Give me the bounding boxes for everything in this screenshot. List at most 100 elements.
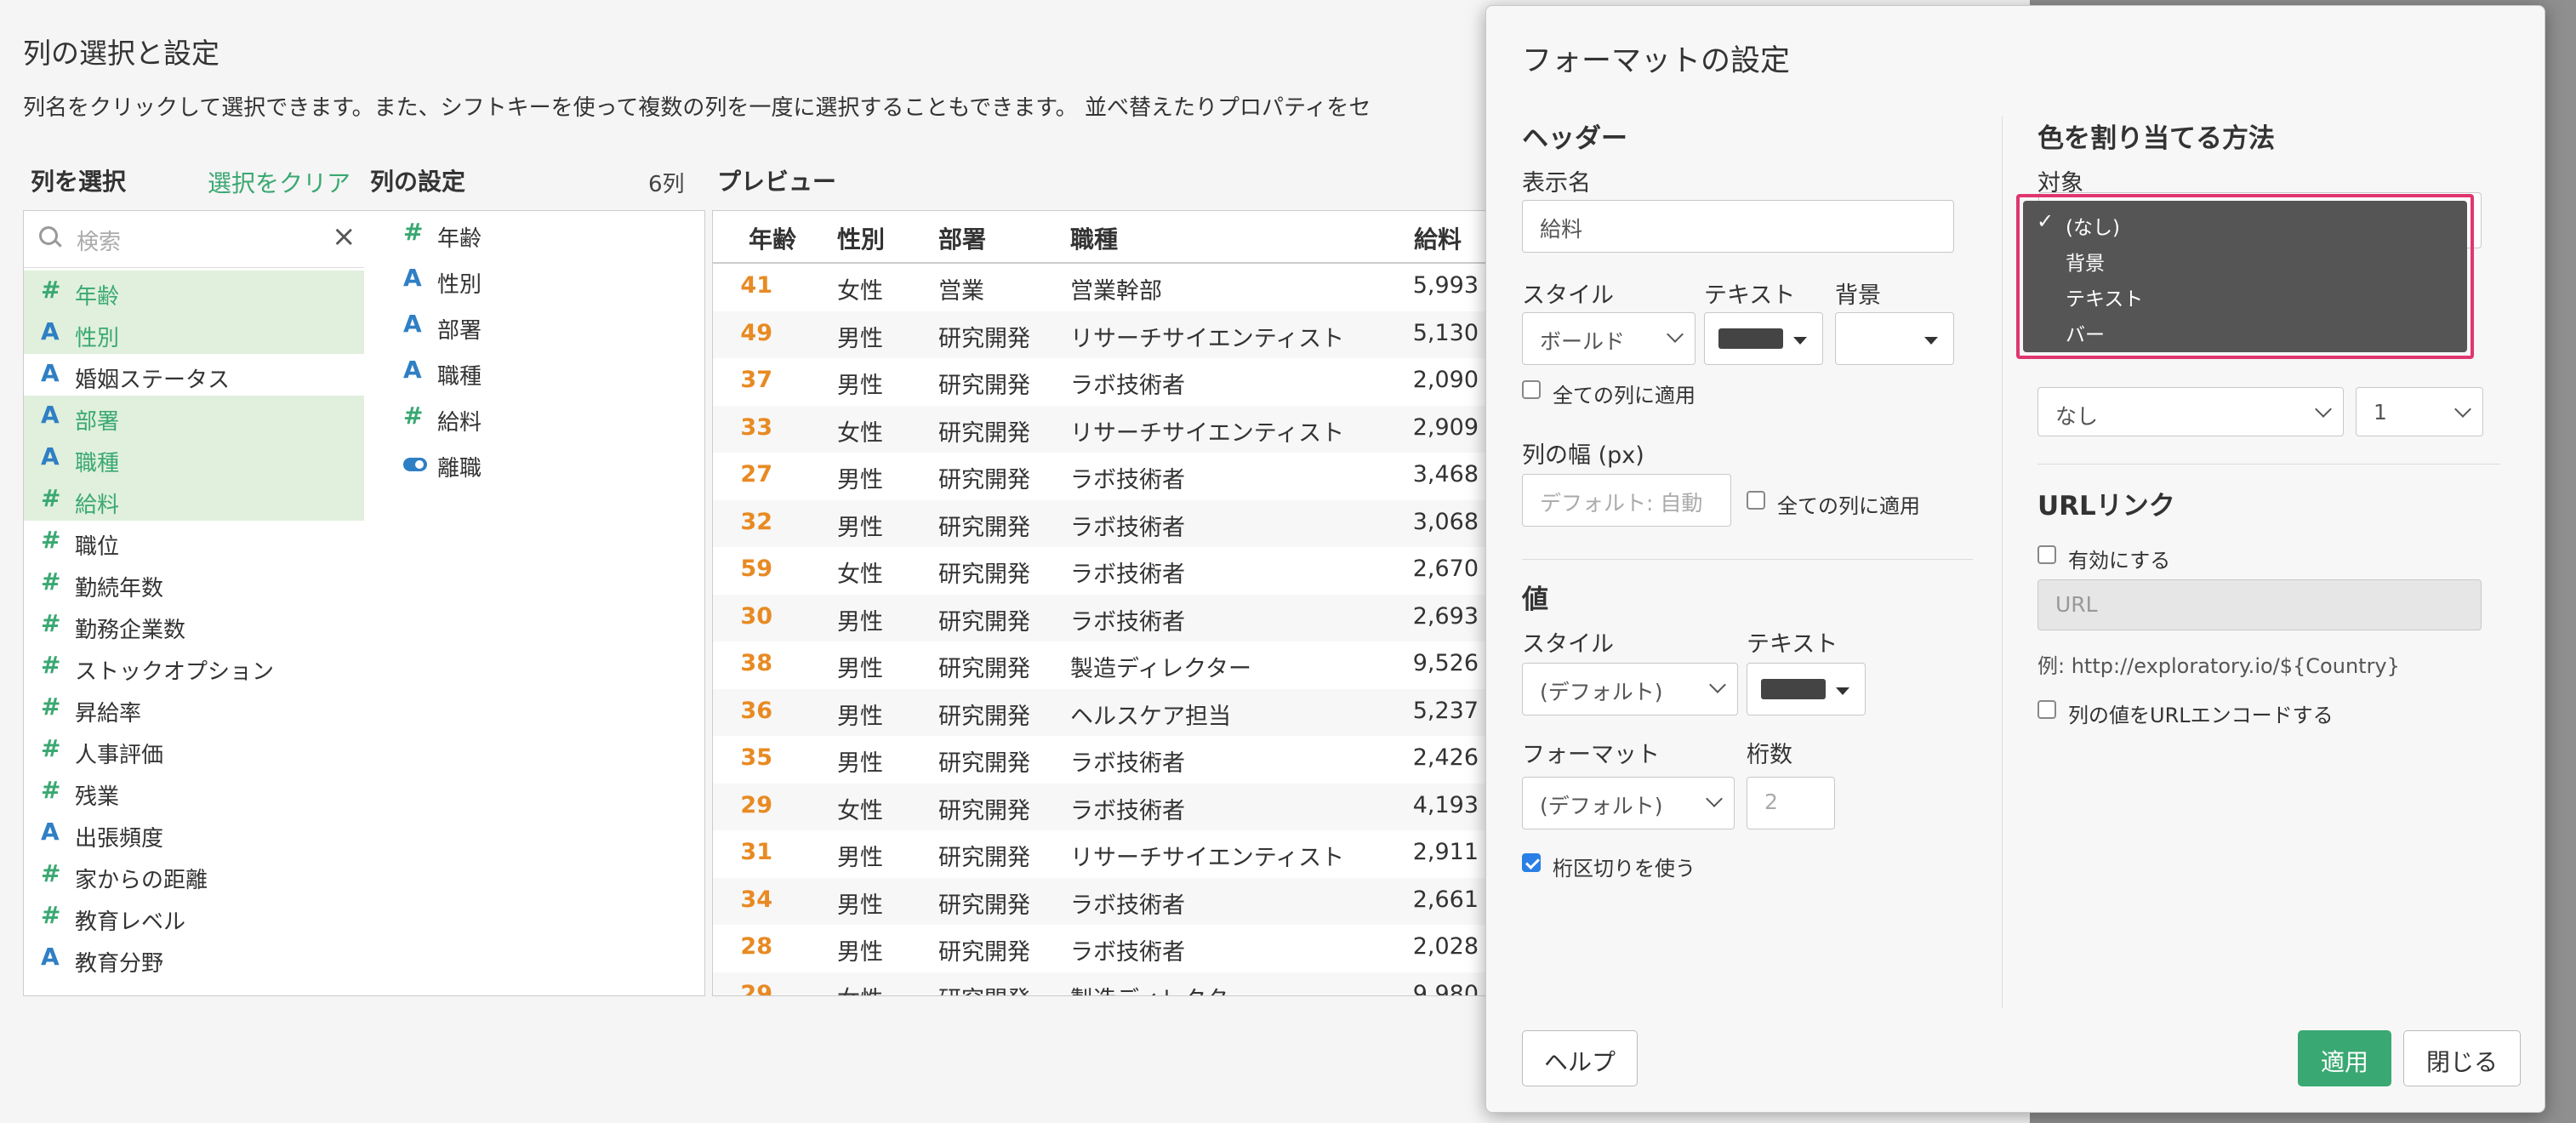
numeric-type-icon: # bbox=[41, 901, 61, 929]
setting-list-item[interactable]: A 性別 bbox=[364, 259, 704, 300]
table-cell: 研究開発 bbox=[938, 562, 1030, 588]
column-count: 6列 bbox=[648, 172, 685, 197]
url-example: 例: http://exploratory.io/${Country} bbox=[2037, 654, 2400, 678]
setting-list-item[interactable]: A 職種 bbox=[364, 351, 704, 392]
setting-list-item[interactable]: # 給料 bbox=[364, 396, 704, 438]
table-cell: 女性 bbox=[837, 278, 883, 305]
header-style-label: スタイル bbox=[1522, 282, 1614, 309]
table-cell: 27 bbox=[740, 461, 772, 487]
close-button[interactable]: 閉じる bbox=[2403, 1030, 2521, 1086]
column-list-item[interactable]: # 給料 bbox=[24, 479, 364, 521]
table-cell: 男性 bbox=[837, 703, 883, 730]
value-style-value: (デフォルト) bbox=[1540, 680, 1663, 704]
column-list-item[interactable]: A 婚姻ステータス bbox=[24, 354, 364, 396]
url-encode-checkbox[interactable] bbox=[2037, 700, 2056, 719]
numeric-type-icon: # bbox=[41, 526, 61, 554]
apply-button[interactable]: 適用 bbox=[2298, 1030, 2391, 1086]
clear-selection-link[interactable]: 選択をクリア bbox=[208, 165, 350, 199]
table-cell: ラボ技術者 bbox=[1070, 373, 1185, 399]
column-list-item[interactable]: # 残業 bbox=[24, 771, 364, 812]
column-label: 出張頻度 bbox=[75, 826, 164, 852]
column-list-item[interactable]: # 勤続年数 bbox=[24, 562, 364, 604]
url-enable-checkbox[interactable] bbox=[2037, 545, 2056, 564]
numeric-type-icon: # bbox=[41, 276, 61, 304]
column-label: 残業 bbox=[75, 784, 120, 810]
header-text-label: テキスト bbox=[1704, 282, 1796, 309]
numeric-type-icon: # bbox=[41, 567, 61, 596]
table-cell: 男性 bbox=[837, 325, 883, 352]
setting-list-item[interactable]: A 部署 bbox=[364, 305, 704, 346]
boolean-type-icon bbox=[403, 458, 427, 471]
header-apply-all-checkbox[interactable] bbox=[1522, 380, 1541, 399]
header-text-color-picker[interactable] bbox=[1704, 312, 1823, 365]
column-label: 職種 bbox=[75, 451, 120, 476]
setting-label: 性別 bbox=[437, 272, 482, 298]
table-cell: 男性 bbox=[837, 939, 883, 966]
header-style-select[interactable]: ボールド bbox=[1522, 312, 1695, 365]
text-type-icon: A bbox=[41, 317, 60, 345]
order-select[interactable]: なし bbox=[2037, 387, 2344, 436]
numeric-type-icon: # bbox=[41, 484, 61, 512]
column-list-item[interactable]: A 職種 bbox=[24, 437, 364, 479]
help-button[interactable]: ヘルプ bbox=[1522, 1030, 1638, 1086]
display-name-label: 表示名 bbox=[1522, 170, 1591, 197]
setting-label: 部署 bbox=[437, 318, 482, 344]
text-type-icon: A bbox=[41, 943, 60, 971]
table-cell: 2,911 bbox=[1412, 839, 1479, 865]
priority-select[interactable]: 1 bbox=[2356, 387, 2483, 436]
column-list-item[interactable]: # ストックオプション bbox=[24, 646, 364, 687]
value-text-color-picker[interactable] bbox=[1747, 663, 1866, 715]
column-list-item[interactable]: A 部署 bbox=[24, 396, 364, 437]
chevron-down-icon bbox=[2454, 401, 2471, 418]
url-input[interactable]: URL bbox=[2037, 579, 2482, 630]
color-section-title: 色を割り当てる方法 bbox=[2037, 123, 2275, 154]
column-divider bbox=[2002, 117, 2003, 1008]
section-divider bbox=[2037, 464, 2500, 465]
numeric-type-icon: # bbox=[41, 776, 61, 804]
setting-list-item[interactable]: 離職 bbox=[364, 442, 704, 484]
table-cell: 研究開発 bbox=[938, 373, 1030, 399]
column-label: 勤続年数 bbox=[75, 576, 164, 601]
table-cell: 2,909 bbox=[1412, 413, 1479, 441]
setting-label: 年齢 bbox=[437, 226, 482, 252]
column-list-item[interactable]: A 出張頻度 bbox=[24, 812, 364, 854]
column-list-item[interactable]: # 年齢 bbox=[24, 271, 364, 312]
width-apply-all-checkbox[interactable] bbox=[1747, 491, 1765, 510]
color-swatch bbox=[1718, 328, 1783, 349]
separator-checkbox[interactable] bbox=[1522, 853, 1541, 872]
table-cell: 女性 bbox=[837, 562, 883, 588]
display-name-input[interactable]: 給料 bbox=[1522, 200, 1954, 253]
column-list-item[interactable]: # 職位 bbox=[24, 521, 364, 562]
format-dialog-title: フォーマットの設定 bbox=[1522, 44, 1791, 78]
table-cell: 31 bbox=[740, 839, 772, 865]
column-label: 性別 bbox=[75, 326, 120, 351]
section-divider bbox=[1522, 559, 1973, 560]
column-list-item[interactable]: # 教育レベル bbox=[24, 896, 364, 938]
table-cell: 5,237 bbox=[1412, 697, 1479, 724]
table-cell: 研究開発 bbox=[938, 419, 1030, 447]
column-list-item[interactable]: # 勤務企業数 bbox=[24, 604, 364, 646]
column-list-item[interactable]: A 性別 bbox=[24, 312, 364, 354]
column-list-item[interactable]: # 家からの距離 bbox=[24, 854, 364, 896]
table-cell: ラボ技術者 bbox=[1070, 797, 1185, 824]
table-cell: 男性 bbox=[837, 845, 883, 871]
header-background-color-picker[interactable] bbox=[1835, 312, 1954, 365]
value-style-select[interactable]: (デフォルト) bbox=[1522, 663, 1738, 715]
table-cell: 営業幹部 bbox=[1070, 278, 1162, 305]
column-list-item[interactable]: A 教育分野 bbox=[24, 938, 364, 979]
format-value: (デフォルト) bbox=[1540, 794, 1663, 818]
setting-list-item[interactable]: # 年齢 bbox=[364, 213, 704, 254]
column-list-item[interactable]: # 昇給率 bbox=[24, 687, 364, 729]
digits-input[interactable]: 2 bbox=[1747, 777, 1835, 829]
table-cell: 女性 bbox=[837, 981, 883, 996]
table-cell: 研究開発 bbox=[938, 981, 1030, 996]
table-cell: 研究開発 bbox=[938, 845, 1030, 871]
format-select[interactable]: (デフォルト) bbox=[1522, 777, 1735, 829]
column-list-item[interactable]: # 人事評価 bbox=[24, 729, 364, 771]
table-cell: 2,090 bbox=[1412, 367, 1479, 393]
search-input[interactable]: 検索 × bbox=[24, 211, 364, 268]
clear-search-icon[interactable]: × bbox=[332, 219, 356, 254]
table-cell: 研究開発 bbox=[938, 608, 1030, 636]
column-width-input[interactable]: デフォルト: 自動 bbox=[1522, 474, 1731, 527]
search-icon bbox=[39, 226, 58, 245]
